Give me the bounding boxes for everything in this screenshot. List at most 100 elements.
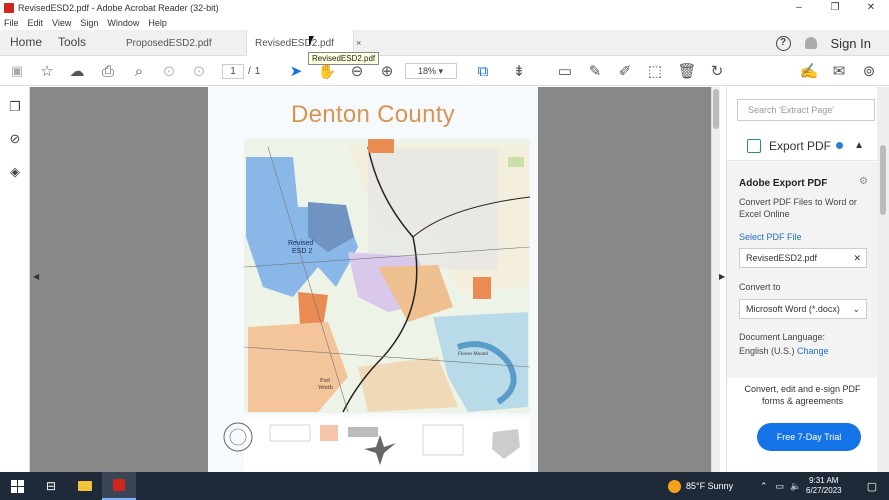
page-total: 1 [254, 66, 261, 77]
scroll-mode-icon[interactable]: ⇟ [510, 62, 528, 80]
save-icon[interactable]: ▣ [8, 62, 26, 80]
panel-scrollbar[interactable] [877, 87, 889, 472]
convert-to-label: Convert to [739, 282, 781, 292]
page-thumbnails-icon[interactable]: ❐ [7, 99, 23, 115]
network-icon[interactable]: ▭ [776, 481, 785, 492]
minimize-button[interactable]: – [781, 0, 817, 16]
print-icon[interactable]: ⎙ [99, 62, 117, 80]
tab-bar: Home Tools ProposedESD2.pdf RevisedESD2.… [0, 30, 889, 56]
zoom-value: 18% [418, 66, 437, 76]
file-explorer-icon[interactable] [68, 472, 102, 500]
menu-view[interactable]: View [52, 18, 71, 28]
close-window-button[interactable]: ✕ [853, 0, 889, 16]
selected-file-name: RevisedESD2.pdf [746, 253, 818, 263]
collapse-right-panel-icon[interactable]: ▶ [719, 272, 725, 281]
close-tab-icon[interactable]: × [356, 38, 361, 48]
notifications-icon[interactable]: ▢ [855, 472, 889, 500]
layers-icon[interactable]: ◈ [7, 164, 23, 180]
page-separator: / [248, 66, 251, 77]
export-description: Convert PDF Files to Word or Excel Onlin… [739, 197, 857, 219]
tab-tools[interactable]: Tools [58, 35, 86, 49]
tab-label: RevisedESD2.pdf [255, 37, 334, 49]
toolbar: ▣ ☆ ☁ ⎙ ⌕ ⊙ ⊙ 1 / 1 ➤ ✋ ⊖ ⊕ 18% ▾ ⧉ ⇟ ▭ … [0, 56, 889, 86]
sign-in-button[interactable]: Sign In [831, 36, 871, 51]
tab-home[interactable]: Home [10, 35, 42, 49]
start-button[interactable] [0, 472, 34, 500]
panel-scrollbar-thumb[interactable] [880, 145, 886, 215]
page-number-input[interactable]: 1 [222, 64, 244, 79]
clock-time: 9:31 AM [809, 476, 839, 485]
zoom-level-select[interactable]: 18% ▾ [405, 63, 457, 79]
task-view-icon[interactable]: ⊟ [34, 472, 68, 500]
previous-page-icon[interactable]: ⊙ [160, 62, 178, 80]
left-nav-panel: ❐ ⊘ ◈ [0, 87, 30, 472]
zoom-in-icon[interactable]: ⊕ [378, 62, 396, 80]
page-fit-icon[interactable]: ⧉ [474, 62, 492, 80]
convert-format-value: Microsoft Word (*.docx) [746, 304, 840, 314]
menu-file[interactable]: File [4, 18, 19, 28]
delete-trash-icon[interactable]: 🗑 [677, 62, 696, 80]
pdf-page: Denton County Revised ESD 2 Fort Worth F… [208, 87, 538, 472]
chevron-up-icon[interactable]: ▲ [854, 140, 864, 151]
menu-window[interactable]: Window [107, 18, 139, 28]
rotate-icon[interactable]: ↻ [708, 62, 726, 80]
chevron-down-icon: ⌄ [852, 304, 860, 314]
selected-file-field[interactable]: RevisedESD2.pdf ✕ [739, 248, 867, 268]
clear-file-icon[interactable]: ✕ [853, 249, 861, 267]
more-options-icon[interactable]: ⊚ [860, 62, 878, 80]
title-bar: RevisedESD2.pdf - Adobe Acrobat Reader (… [0, 0, 889, 16]
windows-taskbar: ⊟ 85°F Sunny ⌃ ▭ 🔈 9:31 AM 6/27/2023 ▢ [0, 472, 889, 500]
export-pdf-section-header[interactable]: Export PDF ▲ [727, 131, 878, 161]
next-page-icon[interactable]: ⊙ [190, 62, 208, 80]
info-dot-icon [836, 142, 844, 149]
clock[interactable]: 9:31 AM 6/27/2023 [806, 476, 842, 496]
highlight-pen-icon[interactable]: ✎ [586, 62, 604, 80]
menu-sign[interactable]: Sign [80, 18, 98, 28]
header-right: ? Sign In [775, 30, 889, 56]
tools-search-input[interactable]: Search 'Extract Page' [737, 99, 875, 121]
export-pdf-icon [747, 138, 761, 153]
volume-icon[interactable]: 🔈 [790, 481, 801, 492]
restore-button[interactable]: ❐ [817, 0, 853, 16]
upload-cloud-icon[interactable]: ☁ [68, 62, 86, 80]
export-settings-icon[interactable]: ⚙ [859, 176, 868, 187]
tab-proposed-esd2[interactable]: ProposedESD2.pdf [118, 30, 228, 56]
comment-icon[interactable]: ▭ [556, 62, 574, 80]
menu-help[interactable]: Help [148, 18, 167, 28]
scrollbar-thumb[interactable] [713, 89, 719, 129]
collapse-left-panel-icon[interactable]: ◀ [33, 272, 39, 281]
promo-text: Convert, edit and e-sign PDF forms & agr… [744, 384, 861, 406]
menu-edit[interactable]: Edit [28, 18, 44, 28]
email-icon[interactable]: ✉ [830, 62, 848, 80]
language-value: English (U.S.) [739, 346, 795, 356]
export-heading: Adobe Export PDF [739, 178, 828, 189]
flower-mound-label: Flower Mound [458, 352, 488, 357]
window-title: RevisedESD2.pdf - Adobe Acrobat Reader (… [18, 3, 219, 13]
convert-format-select[interactable]: Microsoft Word (*.docx) ⌄ [739, 299, 867, 319]
map-labels: Revised ESD 2 Fort Worth Flower Mound [288, 240, 488, 391]
notification-bell-icon[interactable] [804, 37, 817, 49]
change-language-link[interactable]: Change [797, 346, 829, 356]
attachments-icon[interactable]: ⊘ [7, 131, 23, 147]
windows-logo-icon [10, 479, 24, 493]
erase-markup-icon[interactable]: ✐ [616, 62, 634, 80]
sign-pen-icon[interactable]: ✍ [800, 62, 819, 80]
tab-tooltip: RevisedESD2.pdf [308, 52, 380, 65]
system-tray: ⌃ ▭ 🔈 [760, 472, 801, 500]
zoom-search-icon[interactable]: ⌕ [130, 62, 148, 80]
acrobat-taskbar-icon[interactable] [102, 472, 136, 500]
right-tools-panel: Search 'Extract Page' Export PDF ▲ Adobe… [726, 87, 878, 472]
select-pdf-file-link[interactable]: Select PDF File [739, 232, 802, 242]
tab-label: ProposedESD2.pdf [126, 37, 212, 49]
help-icon[interactable]: ? [775, 35, 791, 51]
fort-worth-label-2: Worth [318, 385, 333, 391]
acrobat-app-icon [4, 3, 14, 13]
menu-bar: File Edit View Sign Window Help [0, 16, 176, 30]
free-trial-button[interactable]: Free 7-Day Trial [757, 423, 861, 451]
fort-worth-label: Fort [320, 378, 330, 384]
select-pointer-icon[interactable]: ➤ [287, 62, 305, 80]
tray-chevron-icon[interactable]: ⌃ [760, 481, 768, 492]
stamp-icon[interactable]: ⬚ [646, 62, 664, 80]
weather-widget[interactable]: 85°F Sunny [668, 472, 733, 500]
bookmark-star-icon[interactable]: ☆ [38, 62, 56, 80]
